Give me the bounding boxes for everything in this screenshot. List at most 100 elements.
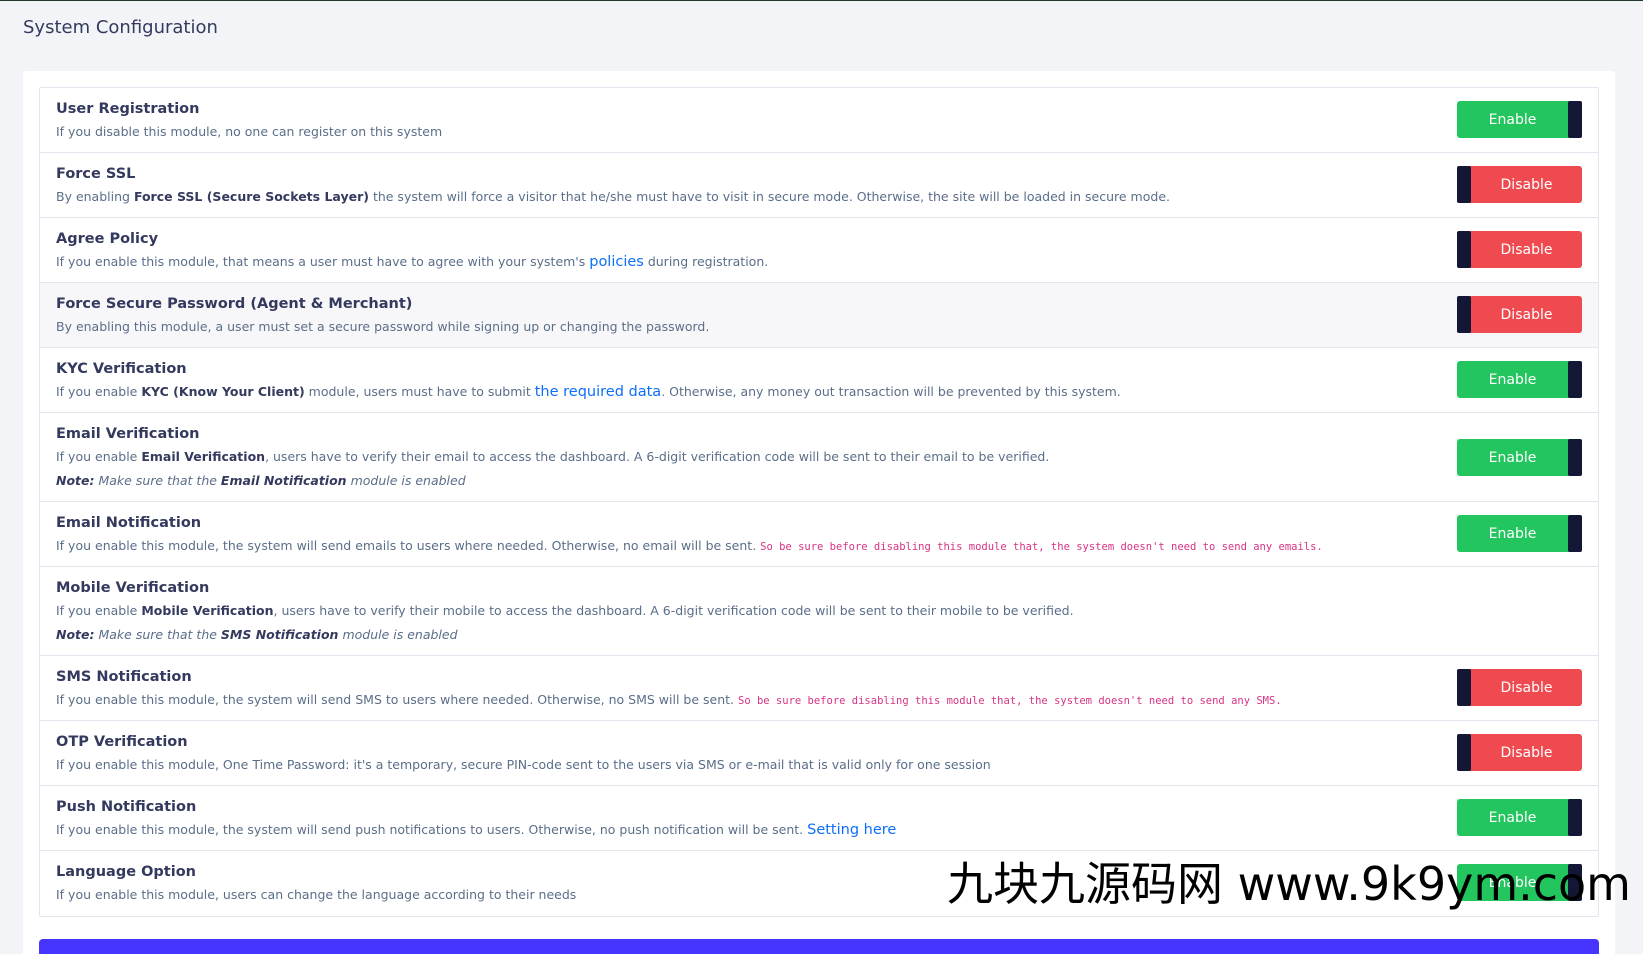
note-text: Make sure that the [94, 627, 221, 642]
module-title: Email Notification [56, 515, 202, 531]
module-description: If you enable this module, the system wi… [56, 691, 1398, 710]
module-title: Force SSL [56, 166, 136, 182]
note-label: Note: [56, 627, 95, 642]
module-description: If you enable KYC (Know Your Client) mod… [56, 383, 1398, 401]
toggle-label: Disable [1500, 679, 1553, 696]
top-border [0, 0, 1643, 1]
module-row-force-ssl: Force SSL By enabling Force SSL (Secure … [40, 153, 1598, 218]
toggle-knob [1568, 799, 1582, 836]
module-row-otp-verification: OTP Verification If you enable this modu… [40, 721, 1598, 786]
toggle-email-verification[interactable]: Enable [1457, 439, 1582, 476]
module-title: KYC Verification [56, 361, 187, 377]
note-text: module is enabled [338, 627, 458, 642]
toggle-label: Disable [1500, 241, 1553, 258]
toggle-knob [1457, 166, 1471, 203]
module-description: If you enable this module, the system wi… [56, 537, 1398, 556]
toggle-knob [1568, 101, 1582, 138]
note-label: Note: [56, 473, 95, 488]
module-title: Email Verification [56, 426, 200, 442]
desc-code: So be sure before disabling this module … [738, 695, 1282, 707]
module-title: Push Notification [56, 799, 197, 815]
module-title: Agree Policy [56, 231, 159, 247]
desc-text: If you enable this module, the system wi… [56, 822, 808, 837]
module-title: Mobile Verification [56, 580, 210, 596]
submit-button[interactable] [39, 939, 1599, 954]
desc-text: If you enable this module, the system wi… [56, 692, 738, 707]
toggle-knob [1457, 669, 1471, 706]
module-note: Note: Make sure that the Email Notificat… [56, 472, 1398, 490]
policies-link[interactable]: policies [589, 254, 644, 270]
push-setting-link[interactable]: Setting here [807, 822, 896, 838]
toggle-otp-verification[interactable]: Disable [1457, 734, 1582, 771]
note-bold: Email Notification [220, 473, 347, 488]
toggle-agree-policy[interactable]: Disable [1457, 231, 1582, 268]
toggle-sms-notification[interactable]: Disable [1457, 669, 1582, 706]
toggle-kyc-verification[interactable]: Enable [1457, 361, 1582, 398]
toggle-knob [1568, 361, 1582, 398]
desc-text: If you enable [56, 449, 142, 464]
toggle-label: Enable [1488, 111, 1537, 128]
desc-text: module, users must have to submit [304, 384, 535, 399]
desc-text: By enabling [56, 189, 134, 204]
desc-text: If you enable [56, 603, 142, 618]
toggle-push-notification[interactable]: Enable [1457, 799, 1582, 836]
page-title: System Configuration [23, 17, 218, 38]
module-title: OTP Verification [56, 734, 188, 750]
desc-text: , users have to verify their mobile to a… [273, 603, 1074, 618]
module-row-force-secure-password: Force Secure Password (Agent & Merchant)… [40, 283, 1598, 348]
module-description: If you enable this module, One Time Pass… [56, 757, 991, 772]
required-data-link[interactable]: the required data [535, 384, 661, 400]
module-row-push-notification: Push Notification If you enable this mod… [40, 786, 1598, 851]
toggle-label: Disable [1500, 176, 1553, 193]
note-bold: SMS Notification [220, 627, 339, 642]
module-description: By enabling this module, a user must set… [56, 319, 710, 334]
toggle-knob [1457, 231, 1471, 268]
desc-bold: Email Verification [141, 449, 266, 464]
desc-text: If you enable [56, 384, 142, 399]
toggle-label: Disable [1500, 306, 1553, 323]
module-row-email-notification: Email Notification If you enable this mo… [40, 502, 1598, 567]
module-title: User Registration [56, 101, 200, 117]
module-title: Force Secure Password (Agent & Merchant) [56, 296, 413, 312]
toggle-knob [1457, 734, 1471, 771]
toggle-force-secure-password[interactable]: Disable [1457, 296, 1582, 333]
desc-bold: KYC (Know Your Client) [141, 384, 305, 399]
desc-code: So be sure before disabling this module … [760, 541, 1323, 553]
watermark-text: 九块九源码网 www.9k9ym.com [947, 857, 1631, 911]
module-description: If you disable this module, no one can r… [56, 124, 443, 139]
desc-text: , users have to verify their email to ac… [265, 449, 1050, 464]
note-text: Make sure that the [94, 473, 221, 488]
module-title: SMS Notification [56, 669, 192, 685]
desc-text: . Otherwise, any money out transaction w… [661, 384, 1121, 399]
toggle-knob [1457, 296, 1471, 333]
module-row-email-verification: Email Verification If you enable Email V… [40, 413, 1598, 502]
config-card: User Registration If you disable this mo… [23, 71, 1615, 954]
toggle-label: Disable [1500, 744, 1553, 761]
desc-bold: Force SSL (Secure Sockets Layer) [133, 189, 369, 204]
module-row-sms-notification: SMS Notification If you enable this modu… [40, 656, 1598, 721]
desc-text: during registration. [643, 254, 769, 269]
toggle-label: Enable [1488, 525, 1537, 542]
module-list: User Registration If you disable this mo… [39, 87, 1599, 917]
module-note: Note: Make sure that the SMS Notificatio… [56, 626, 1398, 644]
module-description: If you enable Email Verification, users … [56, 448, 1398, 466]
module-row-mobile-verification: Mobile Verification If you enable Mobile… [40, 567, 1598, 656]
module-description: If you enable this module, that means a … [56, 253, 1398, 271]
toggle-knob [1568, 439, 1582, 476]
desc-text: If you enable this module, that means a … [56, 254, 590, 269]
desc-bold: Mobile Verification [141, 603, 274, 618]
toggle-label: Enable [1488, 371, 1537, 388]
module-row-kyc-verification: KYC Verification If you enable KYC (Know… [40, 348, 1598, 413]
toggle-user-registration[interactable]: Enable [1457, 101, 1582, 138]
module-description: If you enable this module, the system wi… [56, 821, 1398, 839]
toggle-knob [1568, 515, 1582, 552]
toggle-label: Enable [1488, 809, 1537, 826]
toggle-label: Enable [1488, 449, 1537, 466]
desc-text: If you enable this module, the system wi… [56, 538, 761, 553]
module-description: By enabling Force SSL (Secure Sockets La… [56, 188, 1398, 206]
toggle-email-notification[interactable]: Enable [1457, 515, 1582, 552]
note-text: module is enabled [346, 473, 466, 488]
toggle-force-ssl[interactable]: Disable [1457, 166, 1582, 203]
module-row-agree-policy: Agree Policy If you enable this module, … [40, 218, 1598, 283]
module-row-user-registration: User Registration If you disable this mo… [40, 88, 1598, 153]
